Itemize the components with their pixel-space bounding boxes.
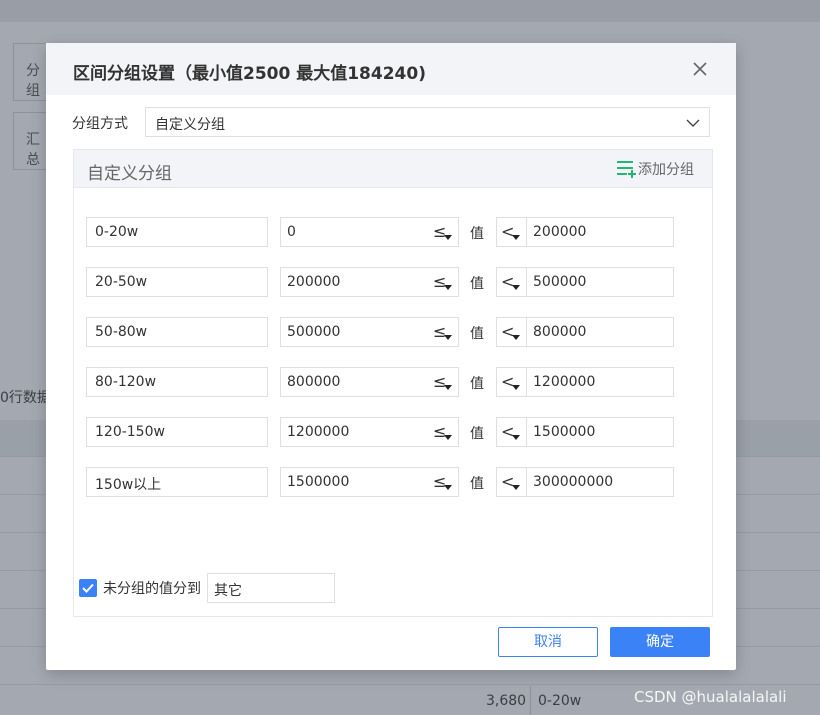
caret-down-icon xyxy=(512,435,520,440)
background-box-group-label: 分组 xyxy=(26,63,40,99)
caret-down-icon xyxy=(512,335,520,340)
value-label: 值 xyxy=(470,276,484,292)
group-max-input[interactable]: 300000000 xyxy=(526,467,674,497)
background-bottom-number: 3,680 xyxy=(486,693,527,709)
max-operator-select[interactable]: < xyxy=(496,467,526,497)
group-row: 50-80w 500000 ≤ 值 < 800000 xyxy=(86,317,686,347)
group-name-input[interactable]: 0-20w xyxy=(86,217,268,247)
background-topbar xyxy=(0,0,820,22)
chevron-down-icon xyxy=(686,119,700,127)
value-label: 值 xyxy=(470,376,484,392)
group-min-input[interactable]: 800000 xyxy=(280,367,430,397)
min-operator-select[interactable]: ≤ xyxy=(429,467,459,497)
custom-group-panel-header: 自定义分组 添加分组 xyxy=(74,150,712,188)
add-list-icon xyxy=(617,161,636,178)
group-min-input[interactable]: 1500000 xyxy=(280,467,430,497)
group-max-input[interactable]: 1200000 xyxy=(526,367,674,397)
group-max-input[interactable]: 1500000 xyxy=(526,417,674,447)
close-icon xyxy=(693,62,707,76)
max-operator-select[interactable]: < xyxy=(496,367,526,397)
ungrouped-name-input[interactable]: 其它 xyxy=(207,573,335,603)
background-column-separator xyxy=(530,686,531,715)
confirm-button[interactable]: 确定 xyxy=(610,627,710,657)
group-row: 80-120w 800000 ≤ 值 < 1200000 xyxy=(86,367,686,397)
value-label: 值 xyxy=(470,476,484,492)
group-name-input[interactable]: 150w以上 xyxy=(86,467,268,497)
group-name-input[interactable]: 80-120w xyxy=(86,367,268,397)
min-operator-select[interactable]: ≤ xyxy=(429,317,459,347)
group-name-input[interactable]: 20-50w xyxy=(86,267,268,297)
caret-down-icon xyxy=(444,435,452,440)
caret-down-icon xyxy=(444,235,452,240)
grouping-method-value: 自定义分组 xyxy=(155,117,225,133)
caret-down-icon xyxy=(444,285,452,290)
custom-group-panel-title: 自定义分组 xyxy=(87,164,172,184)
group-max-input[interactable]: 200000 xyxy=(526,217,674,247)
group-row: 0-20w 0 ≤ 值 < 200000 xyxy=(86,217,686,247)
group-min-input[interactable]: 0 xyxy=(280,217,430,247)
group-max-input[interactable]: 800000 xyxy=(526,317,674,347)
group-name-input[interactable]: 50-80w xyxy=(86,317,268,347)
grouping-method-row: 分组方式 自定义分组 xyxy=(72,107,710,137)
value-label: 值 xyxy=(470,326,484,342)
add-group-label: 添加分组 xyxy=(638,162,694,178)
caret-down-icon xyxy=(444,385,452,390)
group-name-input[interactable]: 120-150w xyxy=(86,417,268,447)
min-operator-select[interactable]: ≤ xyxy=(429,217,459,247)
value-label: 值 xyxy=(470,426,484,442)
group-row: 150w以上 1500000 ≤ 值 < 300000000 xyxy=(86,467,686,497)
min-operator-select[interactable]: ≤ xyxy=(429,367,459,397)
value-label: 值 xyxy=(470,226,484,242)
max-operator-select[interactable]: < xyxy=(496,217,526,247)
cancel-button[interactable]: 取消 xyxy=(498,627,598,657)
caret-down-icon xyxy=(512,235,520,240)
caret-down-icon xyxy=(512,385,520,390)
caret-down-icon xyxy=(444,335,452,340)
group-min-input[interactable]: 1200000 xyxy=(280,417,430,447)
add-group-button[interactable]: 添加分组 xyxy=(616,159,694,179)
min-operator-select[interactable]: ≤ xyxy=(429,417,459,447)
range-group-dialog: 区间分组设置（最小值2500 最大值184240) 分组方式 自定义分组 自定义… xyxy=(46,43,736,670)
group-max-input[interactable]: 500000 xyxy=(526,267,674,297)
dialog-header: 区间分组设置（最小值2500 最大值184240) xyxy=(46,43,736,95)
group-row: 20-50w 200000 ≤ 值 < 500000 xyxy=(86,267,686,297)
max-operator-select[interactable]: < xyxy=(496,417,526,447)
ungrouped-values-row: 未分组的值分到 其它 xyxy=(79,573,335,603)
caret-down-icon xyxy=(512,285,520,290)
grouping-method-select[interactable]: 自定义分组 xyxy=(145,107,710,137)
ungrouped-checkbox[interactable] xyxy=(79,579,97,597)
max-operator-select[interactable]: < xyxy=(496,317,526,347)
close-button[interactable] xyxy=(688,57,712,81)
ungrouped-label: 未分组的值分到 xyxy=(103,581,201,597)
max-operator-select[interactable]: < xyxy=(496,267,526,297)
background-row-count: 0行数据 xyxy=(0,390,51,406)
check-icon xyxy=(82,583,94,593)
caret-down-icon xyxy=(444,485,452,490)
background-box-summary-label: 汇总 xyxy=(26,132,40,168)
grouping-method-label: 分组方式 xyxy=(72,116,128,132)
group-min-input[interactable]: 200000 xyxy=(280,267,430,297)
caret-down-icon xyxy=(512,485,520,490)
min-operator-select[interactable]: ≤ xyxy=(429,267,459,297)
watermark: CSDN @hualalalalali xyxy=(634,688,787,706)
group-row: 120-150w 1200000 ≤ 值 < 1500000 xyxy=(86,417,686,447)
dialog-title: 区间分组设置（最小值2500 最大值184240) xyxy=(73,64,426,84)
group-min-input[interactable]: 500000 xyxy=(280,317,430,347)
background-bottom-label: 0-20w xyxy=(538,693,582,709)
